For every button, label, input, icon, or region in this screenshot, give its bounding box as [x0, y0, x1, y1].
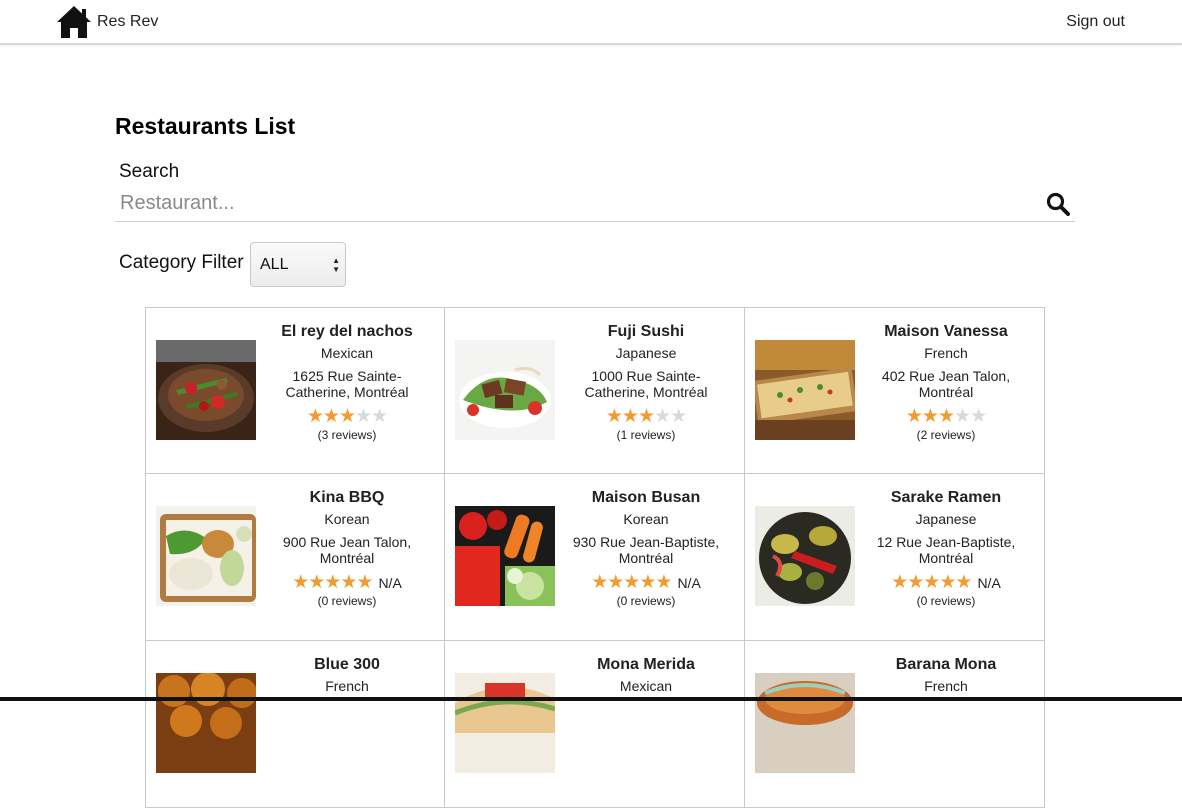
review-count: (3 reviews) [317, 428, 377, 442]
review-count: (0 reviews) [616, 594, 676, 608]
stars-icon: ★★★★★ [306, 406, 388, 427]
review-count: (0 reviews) [317, 594, 377, 608]
star-rating: ★★★★★ N/A [570, 572, 722, 593]
restaurant-info: Fuji Sushi Japanese 1000 Rue Sainte-Cather… [570, 322, 722, 442]
restaurant-image[interactable] [156, 340, 256, 440]
restaurant-info: El rey del nachos Mexican 1625 Rue Sainte-… [271, 322, 423, 442]
restaurant-image[interactable] [455, 340, 555, 440]
restaurant-name[interactable]: Maison Busan [570, 488, 722, 508]
restaurant-address: 402 Rue Jean Talon, Montréal [881, 368, 1011, 400]
restaurant-name[interactable]: Barana Mona [870, 655, 1022, 675]
restaurant-address: 1625 Rue Sainte-Catherine, Montréal [285, 368, 409, 400]
restaurant-address: 930 Rue Jean-Baptiste, Montréal [572, 534, 720, 566]
rating-text: N/A [378, 575, 402, 591]
review-count: (0 reviews) [916, 594, 976, 608]
search-icon[interactable] [1046, 192, 1070, 216]
restaurant-category: French [924, 345, 968, 361]
restaurant-grid: El rey del nachos Mexican 1625 Rue Sainte-… [145, 307, 1045, 808]
restaurant-card[interactable]: Mona Merida Mexican [445, 641, 745, 808]
restaurant-address: 1000 Rue Sainte-Catherine, Montréal [584, 368, 708, 400]
restaurant-card[interactable]: Fuji Sushi Japanese 1000 Rue Sainte-Cather… [445, 307, 745, 474]
rating-text: N/A [677, 575, 701, 591]
restaurant-category: Korean [623, 511, 669, 527]
stars-icon: ★★★★★ [605, 406, 687, 427]
restaurant-card[interactable]: Maison Vanessa French 402 Rue Jean Talon, … [745, 307, 1045, 474]
bottom-edge [0, 697, 1182, 701]
restaurant-info: Mona Merida Mexican [570, 655, 722, 695]
star-rating: ★★★★★ [570, 406, 722, 427]
review-count: (2 reviews) [916, 428, 976, 442]
star-rating: ★★★★★ [271, 406, 423, 427]
select-arrows-icon: ▲ ▼ [332, 256, 340, 274]
category-filter-select[interactable]: ALL ▲ ▼ [250, 242, 346, 287]
page-title: Restaurants List [115, 113, 296, 139]
restaurant-image[interactable] [156, 673, 256, 773]
restaurant-category: Mexican [320, 345, 374, 361]
brand-link[interactable]: Res Rev [56, 5, 158, 39]
restaurant-category: French [325, 678, 369, 694]
stars-icon: ★★★★★ [292, 572, 373, 593]
restaurant-card[interactable]: Blue 300 French [145, 641, 445, 808]
restaurant-info: Blue 300 French [271, 655, 423, 695]
restaurant-category: Korean [324, 511, 370, 527]
stars-icon: ★★★★★ [591, 572, 672, 593]
restaurant-info: Sarake Ramen Japanese 12 Rue Jean-Baptiste… [870, 488, 1022, 608]
star-rating: ★★★★★ N/A [870, 572, 1022, 593]
restaurant-image[interactable] [455, 506, 555, 606]
restaurant-info: Kina BBQ Korean 900 Rue Jean Talon, Montré… [271, 488, 423, 608]
restaurant-image[interactable] [755, 340, 855, 440]
restaurant-image[interactable] [156, 506, 256, 606]
restaurant-card[interactable]: Barana Mona French [745, 641, 1045, 808]
star-rating: ★★★★★ [870, 406, 1022, 427]
category-filter-label: Category Filter [119, 252, 244, 273]
restaurant-info: Maison Busan Korean 930 Rue Jean-Baptiste,… [570, 488, 722, 608]
restaurant-image[interactable] [755, 673, 855, 773]
restaurant-image[interactable] [755, 506, 855, 606]
restaurant-name[interactable]: Maison Vanessa [870, 322, 1022, 342]
restaurant-address: 900 Rue Jean Talon, Montréal [282, 534, 412, 566]
restaurant-category: Japanese [615, 345, 677, 361]
rating-text: N/A [977, 575, 1001, 591]
restaurant-category: Mexican [619, 678, 673, 694]
restaurant-name[interactable]: Fuji Sushi [570, 322, 722, 342]
restaurant-card[interactable]: Kina BBQ Korean 900 Rue Jean Talon, Montré… [145, 474, 445, 641]
search-input[interactable] [115, 188, 1020, 218]
category-filter-value: ALL [260, 256, 289, 273]
search-label: Search [119, 161, 180, 182]
restaurant-card[interactable]: El rey del nachos Mexican 1625 Rue Sainte-… [145, 307, 445, 474]
restaurant-name[interactable]: Mona Merida [570, 655, 722, 675]
restaurant-category: Japanese [915, 511, 977, 527]
restaurant-image[interactable] [455, 673, 555, 773]
restaurant-address: 12 Rue Jean-Baptiste, Montréal [876, 534, 1016, 566]
restaurant-card[interactable]: Maison Busan Korean 930 Rue Jean-Baptiste,… [445, 474, 745, 641]
stars-icon: ★★★★★ [891, 572, 972, 593]
restaurant-name[interactable]: El rey del nachos [271, 322, 423, 342]
star-rating: ★★★★★ N/A [271, 572, 423, 593]
top-navbar: Res Rev Sign out [0, 0, 1182, 45]
restaurant-name[interactable]: Sarake Ramen [870, 488, 1022, 508]
restaurant-category: French [924, 678, 968, 694]
stars-icon: ★★★★★ [905, 406, 987, 427]
restaurant-card[interactable]: Sarake Ramen Japanese 12 Rue Jean-Baptiste… [745, 474, 1045, 641]
restaurant-info: Barana Mona French [870, 655, 1022, 695]
sign-out-link[interactable]: Sign out [1066, 13, 1125, 31]
search-bar [115, 188, 1075, 222]
brand-name: Res Rev [97, 13, 159, 30]
home-icon [56, 5, 92, 39]
review-count: (1 reviews) [616, 428, 676, 442]
restaurant-name[interactable]: Blue 300 [271, 655, 423, 675]
restaurant-info: Maison Vanessa French 402 Rue Jean Talon, … [870, 322, 1022, 442]
restaurant-name[interactable]: Kina BBQ [271, 488, 423, 508]
